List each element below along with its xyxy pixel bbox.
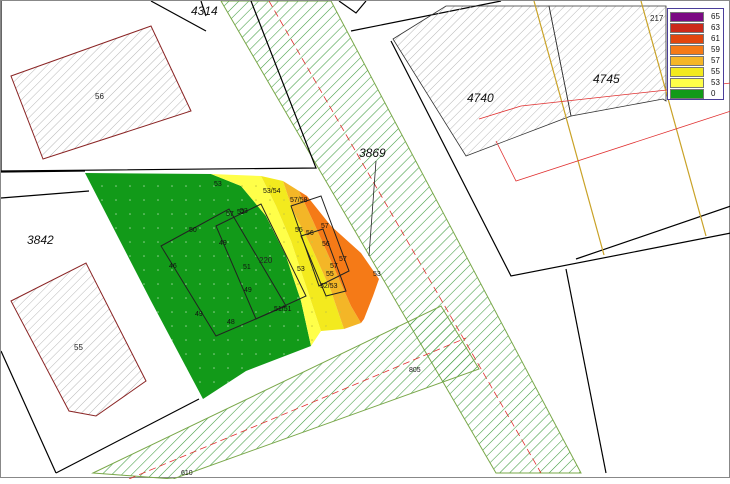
contour-label: 50 [189, 227, 197, 234]
building-4740 [392, 5, 572, 157]
noise-legend: 65 63 61 59 57 55 53 0 [667, 8, 724, 100]
legend-row: 65 [670, 11, 723, 22]
legend-row: 0 [670, 88, 723, 99]
contour-label: 53/54 [263, 188, 281, 195]
legend-swatch [670, 78, 704, 88]
building-label-220: 220 [259, 256, 273, 265]
legend-value: 53 [711, 78, 720, 87]
contour-label: 46 [169, 263, 177, 270]
contour-label: 49 [195, 311, 203, 318]
parcel-label-4314: 4314 [191, 4, 218, 18]
map-canvas: 4314 4740 4745 3869 3842 56 55 220 805 6… [0, 0, 730, 480]
legend-row: 53 [670, 77, 723, 88]
legend-value: 59 [711, 45, 720, 54]
legend-row: 63 [670, 22, 723, 33]
legend-value: 63 [711, 23, 720, 32]
parcel-label-3869: 3869 [359, 146, 386, 160]
legend-row: 59 [670, 44, 723, 55]
building-label-56: 56 [95, 92, 104, 101]
legend-row: 61 [670, 33, 723, 44]
contour-label: 53 [373, 271, 381, 278]
contour-label: 49 [244, 287, 252, 294]
contour-label: 53 [214, 181, 222, 188]
legend-swatch [670, 45, 704, 55]
legend-row: 57 [670, 55, 723, 66]
legend-swatch [670, 67, 704, 77]
contour-label: 57 [226, 211, 234, 218]
building-label-55: 55 [74, 343, 83, 352]
contour-label: 51/51 [274, 306, 292, 313]
contour-label: 55 [326, 271, 334, 278]
building-label-217: 217 [650, 14, 664, 23]
building-55 [10, 262, 147, 417]
parcel-label-3842: 3842 [27, 233, 54, 247]
legend-row: 55 [670, 66, 723, 77]
legend-value: 0 [711, 89, 716, 98]
legend-value: 55 [711, 67, 720, 76]
legend-swatch [670, 89, 704, 99]
legend-swatch [670, 56, 704, 66]
parcel-label-4745: 4745 [593, 72, 620, 86]
contour-label: 57/58 [290, 197, 308, 204]
contour-label: 56 [322, 241, 330, 248]
road-label-610: 610 [181, 470, 193, 477]
legend-value: 65 [711, 12, 720, 21]
contour-label: 52 [237, 209, 245, 216]
contour-label: 57 [321, 223, 329, 230]
legend-value: 57 [711, 56, 720, 65]
contour-label: 57 [330, 263, 338, 270]
noise-map[interactable]: 4314 4740 4745 3869 3842 56 55 220 805 6… [0, 0, 730, 480]
legend-swatch [670, 23, 704, 33]
contour-label: 57 [339, 256, 347, 263]
contour-label: 55 [295, 227, 303, 234]
contour-label: 49 [219, 240, 227, 247]
parcel-label-4740: 4740 [467, 91, 494, 105]
contour-label: 53 [297, 266, 305, 273]
contour-label: 51 [243, 264, 251, 271]
legend-swatch [670, 34, 704, 44]
road-label-805: 805 [409, 367, 421, 374]
contour-label: 56 [306, 230, 314, 237]
legend-swatch [670, 12, 704, 22]
contour-label: 48 [227, 319, 235, 326]
legend-value: 61 [711, 34, 720, 43]
contour-label: 52/53 [320, 283, 338, 290]
